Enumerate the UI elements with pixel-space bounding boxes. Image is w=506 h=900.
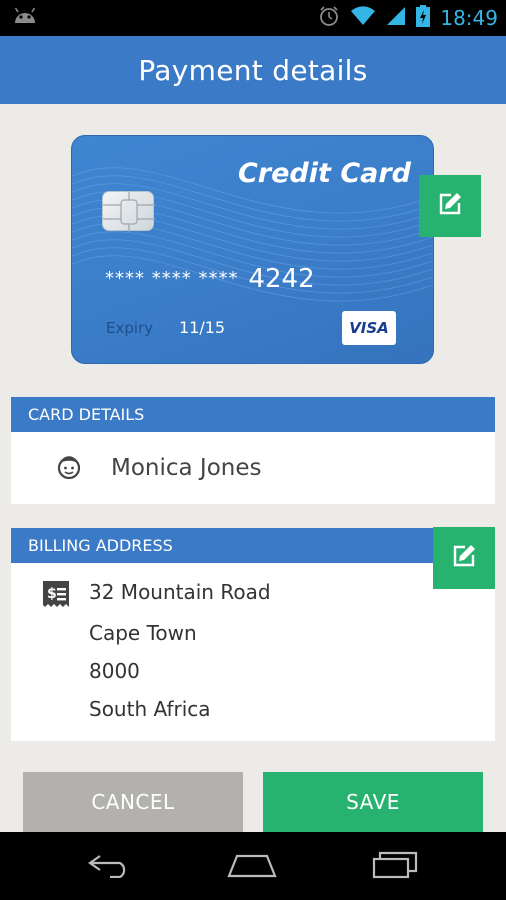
card-number-last4: 4242 [248,264,315,294]
address-city: Cape Town [89,621,197,645]
card-chip-icon [102,191,155,232]
cardholder-row[interactable]: Monica Jones [11,432,495,504]
address-line-1: 32 Mountain Road [89,580,271,604]
svg-text:$: $ [47,586,57,602]
signal-icon [386,6,406,30]
address-postal-code: 8000 [89,659,140,683]
page-title: Payment details [138,53,368,87]
card-number-mask: **** **** **** [105,268,239,289]
card-expiry-label: Expiry [106,319,154,337]
card-expiry-value: 11/15 [179,318,226,337]
person-icon [55,452,83,484]
app-bar: Payment details [0,36,506,104]
card-details-section: CARD DETAILS Monica Jones [11,397,495,504]
battery-icon [416,5,431,31]
card-number: **** **** **** 4242 [105,264,315,294]
credit-card: Credit Card **** **** **** 4242 Expiry 1… [71,135,434,364]
save-button[interactable]: SAVE [263,772,483,832]
cardholder-name: Monica Jones [111,455,262,481]
status-bar: 18:49 [0,0,506,36]
edit-address-button[interactable] [433,527,495,589]
address-country: South Africa [89,697,211,721]
card-details-header: CARD DETAILS [11,397,495,432]
edit-card-button[interactable] [419,175,481,237]
visa-logo: VISA [342,311,396,345]
edit-icon [437,191,463,221]
back-icon[interactable] [86,850,134,882]
alarm-icon [318,5,340,31]
android-icon [12,6,38,30]
billing-address-body: $ 32 Mountain Road Cape Town 8000 South … [11,563,495,741]
edit-icon [451,543,477,573]
wifi-icon [350,6,376,30]
recent-apps-icon[interactable] [370,849,420,883]
home-icon[interactable] [225,850,279,882]
billing-address-section: BILLING ADDRESS $ 32 Mountain Road Cape … [11,528,495,741]
cancel-button[interactable]: CANCEL [23,772,243,832]
billing-address-header: BILLING ADDRESS [11,528,495,563]
status-time: 18:49 [440,6,498,30]
card-brand-title: Credit Card [237,158,411,189]
bill-icon: $ [41,579,71,613]
system-nav-bar [0,832,506,900]
